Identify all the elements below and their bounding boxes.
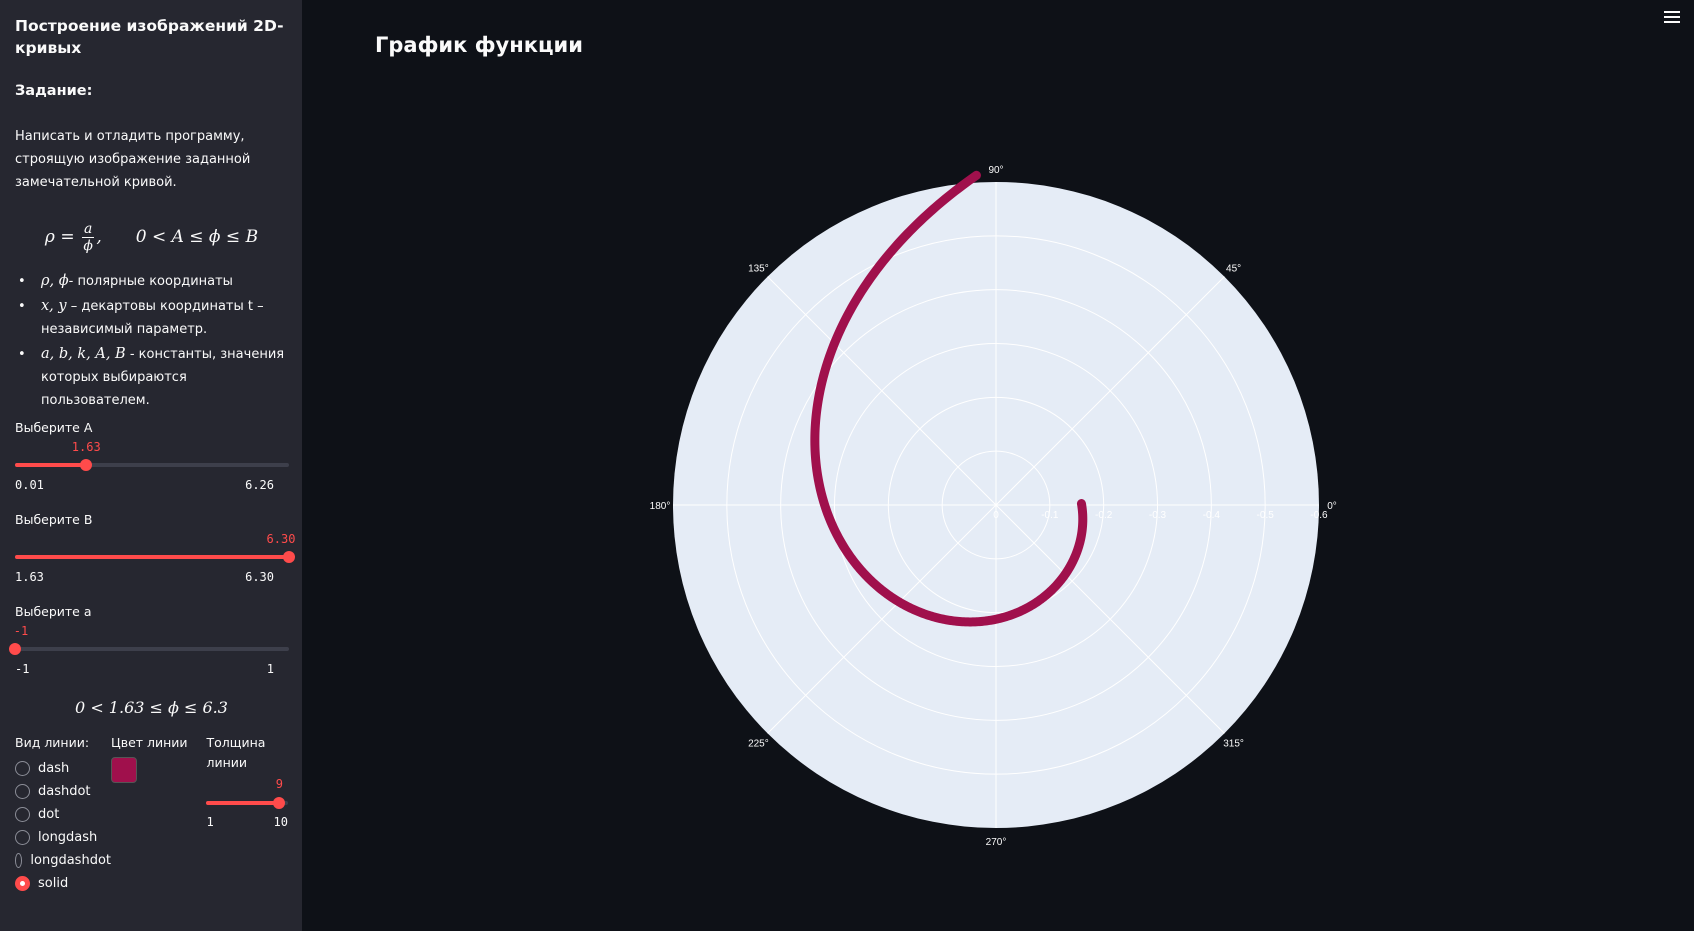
angular-tick-label: 225° [748,739,769,750]
radial-tick-label: -0.3 [1149,510,1167,521]
radio-circle[interactable] [15,853,23,868]
main-formula: ρ = aϕ, 0 < A ≤ ϕ ≤ B [15,212,288,262]
formula-rho: ρ = [44,226,80,247]
slider-a-track[interactable] [9,643,289,655]
radio-label: dash [38,761,70,776]
slider-B-value: 6.30 [266,532,296,546]
radial-tick-label: -0.1 [1041,510,1059,521]
radial-tick-label: 0 [993,510,999,521]
radio-dot[interactable]: dot [15,803,111,826]
list-item: a, b, k, A, B - константы, значения кото… [15,343,288,412]
radial-tick-label: -0.6 [1310,510,1328,521]
radio-dashdot[interactable]: dashdot [15,780,111,803]
radio-dash[interactable]: dash [15,757,111,780]
definitions-list: ρ, ϕ- полярные координаты x, y – декарто… [15,270,288,412]
line-type-options: dash dashdot dot longdash longdashdot solid [15,757,111,895]
angular-tick-label: 90° [988,165,1003,176]
line-width-value: 9 [275,777,283,791]
line-width-label: Толщина линии [206,735,266,770]
formula-frac-num: a [81,220,95,238]
slider-B-label: Выберите B [15,512,93,527]
slider-a: Выберите a -1 -1 1 [9,604,289,696]
slider-B-min: 1.63 [15,570,44,584]
angular-tick-label: 45° [1226,263,1241,274]
angular-tick-label: 0° [1327,501,1337,512]
line-color-label: Цвет линии [111,735,188,750]
slider-B-track[interactable] [15,551,295,563]
slider-A-value: 1.63 [71,440,101,454]
slider-B: Выберите B 6.30 1.63 6.30 [15,512,295,604]
sidebar: Построение изображений 2D-кривых Задание… [0,0,302,931]
slider-B-max: 6.30 [245,570,274,584]
slider-a-max: 1 [266,662,274,676]
slider-a-label: Выберите a [15,604,92,619]
radio-circle[interactable] [15,807,30,822]
formula-frac-den: ϕ [83,237,93,254]
radial-tick-label: -0.5 [1257,510,1275,521]
slider-B-fill [15,555,289,559]
line-type-group: Вид линии: dash dashdot dot longdash longdas… [15,733,111,895]
formula-comma: , [96,226,102,247]
radio-label: dashdot [38,784,91,799]
slider-A: Выберите A 1.63 0.01 6.26 [15,420,289,512]
radio-longdash[interactable]: longdash [15,826,111,849]
radio-label: dot [38,807,60,822]
radio-circle[interactable] [15,876,30,891]
radio-solid[interactable]: solid [15,872,111,895]
radio-circle[interactable] [15,784,30,799]
formula-range: 0 < A ≤ ϕ ≤ B [135,227,259,247]
slider-A-max: 6.26 [245,478,274,492]
radio-label: longdash [38,830,98,845]
list-item-math: x, y [41,298,67,314]
line-width-min: 1 [206,815,214,829]
slider-a-value: -1 [13,624,29,638]
radio-longdashdot[interactable]: longdashdot [15,849,111,872]
slider-B-thumb[interactable] [283,551,295,563]
list-item: x, y – декартовы координаты t – независи… [15,295,288,341]
angular-tick-label: 135° [748,263,769,274]
list-item-math: ρ, ϕ [41,273,69,289]
line-settings: Вид линии: dash dashdot dot longdash longdas… [15,733,289,895]
radial-tick-label: -0.2 [1095,510,1113,521]
line-width-group: Толщина линии 9 1 10 [206,733,289,895]
slider-A-min: 0.01 [15,478,44,492]
line-color-picker[interactable] [111,757,137,783]
slider-A-track[interactable] [15,459,289,471]
line-width-fill [206,801,280,805]
slider-A-fill [15,463,87,467]
angular-tick-label: 315° [1223,739,1244,750]
radio-label: longdashdot [30,853,111,868]
list-item: ρ, ϕ- полярные координаты [15,270,288,293]
line-width-max: 10 [273,815,288,829]
slider-a-thumb[interactable] [9,643,21,655]
formula-fraction: aϕ [81,220,95,254]
angular-tick-label: 180° [650,501,671,512]
list-item-text: - полярные координаты [68,274,233,289]
task-text: Написать и отладить программу, строящую … [15,129,251,190]
hamburger-menu-icon[interactable] [1664,9,1680,25]
radio-circle[interactable] [15,761,30,776]
radio-label: solid [38,876,69,891]
task-heading: Задание: [15,83,93,99]
radio-circle[interactable] [15,830,30,845]
radial-tick-label: -0.4 [1203,510,1221,521]
page-title: График функции [375,33,583,57]
list-item-text: – декартовы координаты t – независимый п… [41,299,264,337]
range-formula: 0 < 1.63 ≤ ϕ ≤ 6.3 [75,698,228,717]
list-item-math: a, b, k, A, B [41,346,126,362]
line-type-label: Вид линии: [15,735,90,750]
slider-A-thumb[interactable] [80,459,93,471]
line-width-track[interactable] [206,797,289,809]
sidebar-title: Построение изображений 2D-кривых [15,17,284,57]
line-width-thumb[interactable] [273,797,286,809]
polar-chart: 0 -0.1 -0.2 -0.3 -0.4 -0.5 -0.60° 45° 90° 135° 180… [650,165,1337,848]
slider-a-min: -1 [15,662,30,676]
slider-A-label: Выберите A [15,420,93,435]
line-color-group: Цвет линии [111,733,206,895]
angular-tick-label: 270° [986,837,1007,848]
line-width-slider: 9 1 10 [206,777,289,837]
